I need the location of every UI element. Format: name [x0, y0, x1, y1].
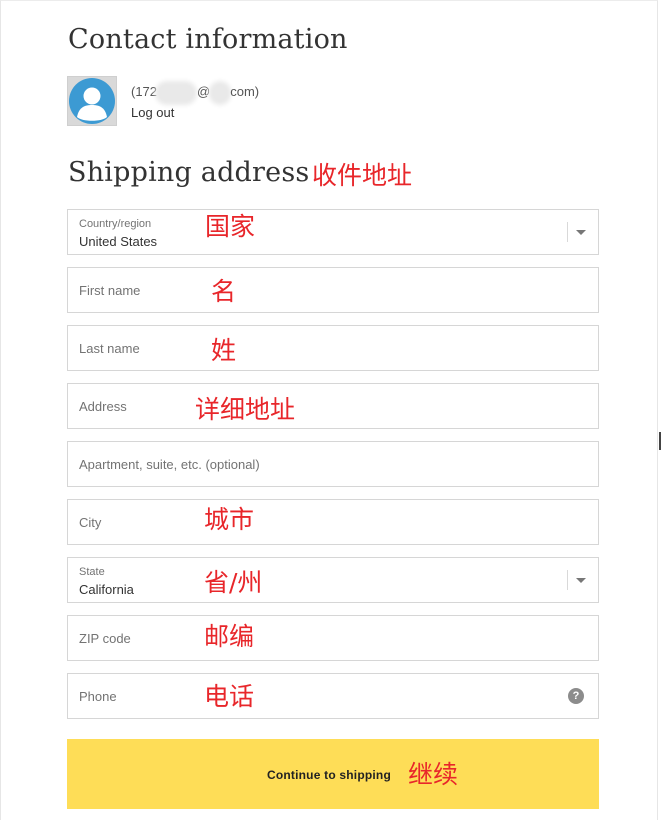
user-avatar-icon [67, 76, 117, 126]
country-label: Country/region [79, 218, 152, 230]
phone-input[interactable]: Phone ? [67, 673, 599, 719]
first-name-annotation: 名 [211, 277, 237, 306]
email-redaction [159, 84, 194, 101]
select-divider [567, 570, 568, 590]
help-question-icon[interactable]: ? [568, 688, 584, 704]
last-name-input[interactable]: Last name [67, 325, 599, 371]
zip-code-annotation: 邮编 [204, 622, 255, 651]
email-prefix: (172 [131, 84, 158, 99]
state-annotation: 省/州 [204, 568, 263, 597]
logout-link[interactable]: Log out [131, 105, 174, 120]
chevron-down-icon [576, 578, 586, 583]
city-input[interactable]: City [67, 499, 599, 545]
email-domain-redaction [213, 84, 228, 101]
state-label: State [79, 566, 105, 578]
continue-button-label: Continue to shipping [267, 768, 391, 782]
phone-placeholder: Phone [79, 689, 117, 704]
address-annotation: 详细地址 [195, 395, 296, 424]
phone-annotation: 电话 [204, 682, 255, 711]
shipping-address-title: Shipping address [68, 157, 310, 188]
city-annotation: 城市 [204, 505, 255, 534]
select-divider [567, 222, 568, 242]
chevron-down-icon [576, 230, 586, 235]
zip-code-placeholder: ZIP code [79, 631, 131, 646]
country-select[interactable]: Country/region United States [67, 209, 599, 255]
address-placeholder: Address [79, 399, 127, 414]
state-select[interactable]: State California [67, 557, 599, 603]
country-annotation: 国家 [205, 212, 256, 241]
zip-code-input[interactable]: ZIP code [67, 615, 599, 661]
continue-annotation: 继续 [408, 760, 459, 789]
account-email: (172 @ com) [131, 84, 259, 101]
scrollbar-marker[interactable] [659, 432, 661, 450]
shipping-title-annotation: 收件地址 [312, 161, 413, 190]
last-name-annotation: 姓 [211, 336, 237, 365]
apartment-placeholder: Apartment, suite, etc. (optional) [79, 457, 260, 472]
email-at: @ [197, 84, 211, 99]
city-placeholder: City [79, 515, 102, 530]
apartment-input[interactable]: Apartment, suite, etc. (optional) [67, 441, 599, 487]
country-value: United States [79, 234, 158, 249]
email-suffix: com) [230, 84, 260, 99]
address-input[interactable]: Address [67, 383, 599, 429]
first-name-input[interactable]: First name [67, 267, 599, 313]
continue-to-shipping-button[interactable]: Continue to shipping [67, 739, 599, 809]
contact-information-title: Contact information [68, 24, 348, 55]
first-name-placeholder: First name [79, 283, 141, 298]
last-name-placeholder: Last name [79, 341, 140, 356]
state-value: California [79, 582, 134, 597]
